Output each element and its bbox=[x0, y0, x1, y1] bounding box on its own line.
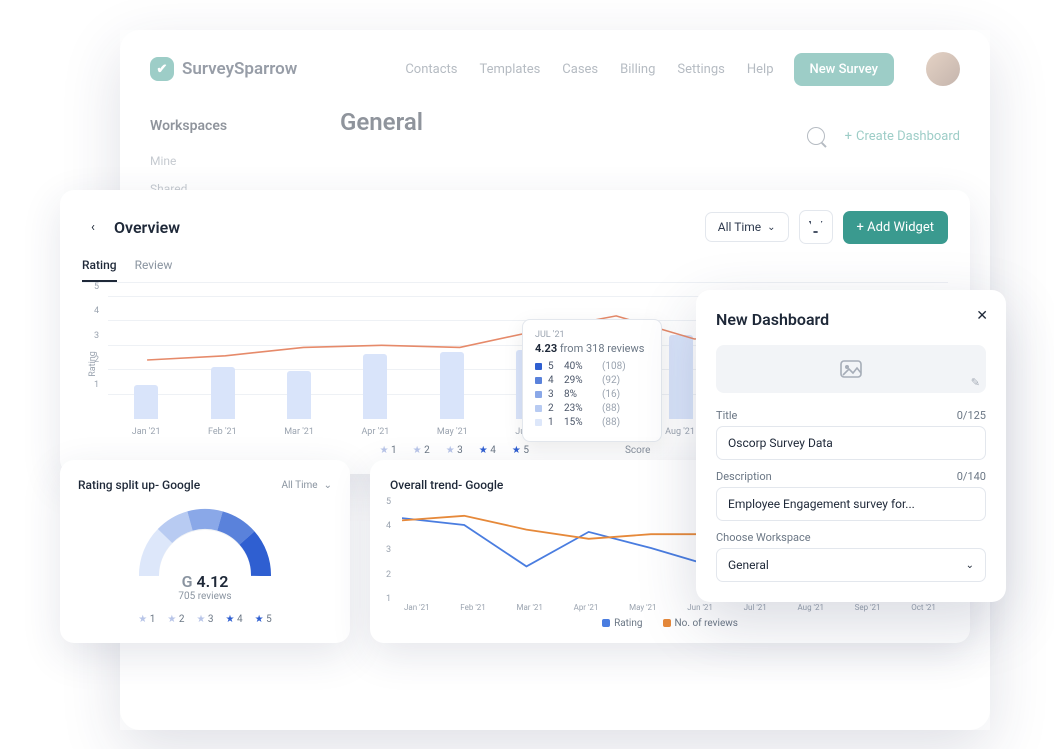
funnel-icon bbox=[809, 221, 823, 233]
star-icon: ★ bbox=[512, 445, 521, 456]
nav-templates[interactable]: Templates bbox=[479, 62, 540, 77]
bar[interactable] bbox=[287, 371, 311, 419]
x-tick: May '21 bbox=[437, 427, 468, 437]
legend-4: 4 bbox=[490, 445, 496, 456]
bar[interactable] bbox=[134, 385, 158, 419]
rating-time-label: All Time bbox=[281, 480, 317, 491]
back-button[interactable]: ‹ bbox=[82, 216, 104, 238]
workspace-label: Choose Workspace bbox=[716, 531, 811, 544]
legend-1: 1 bbox=[391, 445, 397, 456]
topbar: ✔ SurveySparrow Contacts Templates Cases… bbox=[120, 30, 990, 108]
modal-title: New Dashboard bbox=[716, 310, 986, 329]
chevron-down-icon: ⌄ bbox=[767, 222, 775, 233]
time-filter[interactable]: All Time ⌄ bbox=[705, 212, 789, 242]
bar[interactable] bbox=[669, 335, 693, 419]
image-icon bbox=[840, 360, 862, 378]
chevron-down-icon: ⌄ bbox=[324, 480, 332, 491]
star-icon: ★ bbox=[255, 614, 264, 625]
legend-3: 3 bbox=[457, 445, 463, 456]
gl-1: 1 bbox=[150, 614, 156, 625]
bar[interactable] bbox=[211, 367, 235, 420]
trend-legend: Rating No. of reviews bbox=[390, 618, 950, 629]
time-filter-label: All Time bbox=[718, 220, 761, 234]
tooltip-month: JUL '21 bbox=[535, 330, 649, 340]
nav-billing[interactable]: Billing bbox=[620, 62, 655, 77]
close-icon[interactable]: ✕ bbox=[976, 308, 988, 324]
title-count: 0/125 bbox=[957, 409, 986, 422]
nav-settings[interactable]: Settings bbox=[677, 62, 724, 77]
page-title: General bbox=[340, 108, 423, 136]
logo[interactable]: ✔ SurveySparrow bbox=[150, 57, 297, 81]
bar[interactable] bbox=[440, 352, 464, 419]
star-icon: ★ bbox=[167, 614, 176, 625]
legend-2: 2 bbox=[424, 445, 430, 456]
gl-4: 4 bbox=[237, 614, 243, 625]
chevron-down-icon: ⌄ bbox=[966, 560, 974, 571]
trend-title: Overall trend- Google bbox=[390, 478, 503, 492]
sparrow-icon: ✔ bbox=[150, 57, 174, 81]
gauge-legend: ★ 1 ★ 2 ★ 3 ★ 4 ★ 5 bbox=[138, 614, 271, 625]
leg-reviews: No. of reviews bbox=[675, 618, 738, 629]
dot-icon bbox=[602, 619, 610, 627]
workspace-value: General bbox=[728, 558, 769, 572]
new-survey-button[interactable]: New Survey bbox=[794, 53, 895, 86]
brand-name: SurveySparrow bbox=[182, 59, 297, 79]
star-icon: ★ bbox=[380, 445, 389, 456]
star-icon: ★ bbox=[479, 445, 488, 456]
star-icon: ★ bbox=[413, 445, 422, 456]
x-tick: Jan '21 bbox=[132, 427, 161, 437]
nav-help[interactable]: Help bbox=[747, 62, 774, 77]
edit-icon[interactable]: ✎ bbox=[971, 376, 980, 389]
sidebar-item-mine[interactable]: Mine bbox=[150, 154, 330, 168]
desc-label: Description bbox=[716, 470, 772, 483]
rating-split-card: Rating split up- Google All Time ⌄ G 4.1… bbox=[60, 460, 350, 643]
bar[interactable] bbox=[363, 354, 387, 419]
star-icon: ★ bbox=[196, 614, 205, 625]
chart-tooltip: JUL '21 4.23 from 318 reviews 540%(108)4… bbox=[522, 319, 662, 442]
legend-score: Score bbox=[625, 445, 650, 456]
title-input[interactable] bbox=[716, 426, 986, 460]
rating-time-dropdown[interactable]: All Time ⌄ bbox=[281, 480, 332, 491]
x-tick: Mar '21 bbox=[284, 427, 314, 437]
dot-icon bbox=[663, 619, 671, 627]
star-icon: ★ bbox=[138, 614, 147, 625]
plus-icon: + bbox=[845, 129, 852, 144]
gl-5: 5 bbox=[266, 614, 272, 625]
workspaces-heading: Workspaces bbox=[150, 118, 330, 134]
overview-title: Overview bbox=[114, 218, 180, 237]
avatar[interactable] bbox=[926, 52, 960, 86]
tab-review[interactable]: Review bbox=[135, 258, 173, 282]
tooltip-from: from 318 reviews bbox=[560, 342, 645, 355]
tab-rating[interactable]: Rating bbox=[82, 258, 117, 282]
rating-split-title: Rating split up- Google bbox=[78, 478, 200, 492]
search-icon[interactable] bbox=[807, 127, 825, 145]
x-tick: Aug '21 bbox=[665, 427, 695, 437]
image-placeholder[interactable]: ✎ bbox=[716, 345, 986, 393]
add-widget-label: Add Widget bbox=[867, 220, 934, 235]
create-dashboard-link[interactable]: + Create Dashboard bbox=[845, 129, 960, 144]
top-nav: Contacts Templates Cases Billing Setting… bbox=[405, 62, 773, 77]
workspace-select[interactable]: General ⌄ bbox=[716, 548, 986, 582]
nav-contacts[interactable]: Contacts bbox=[405, 62, 457, 77]
x-tick: Apr '21 bbox=[361, 427, 389, 437]
description-input[interactable] bbox=[716, 487, 986, 521]
gauge-sub: 705 reviews bbox=[178, 591, 231, 602]
gauge-chart bbox=[135, 506, 275, 576]
star-icon: ★ bbox=[226, 614, 235, 625]
overview-tabs: Rating Review bbox=[82, 258, 948, 283]
gl-2: 2 bbox=[179, 614, 185, 625]
gl-3: 3 bbox=[208, 614, 214, 625]
add-widget-button[interactable]: + Add Widget bbox=[843, 211, 948, 244]
create-dashboard-label: Create Dashboard bbox=[856, 129, 960, 144]
x-tick: Feb '21 bbox=[208, 427, 237, 437]
leg-rating: Rating bbox=[614, 618, 642, 629]
tooltip-score: 4.23 bbox=[535, 342, 557, 355]
legend-5: 5 bbox=[523, 445, 529, 456]
star-icon: ★ bbox=[446, 445, 455, 456]
desc-count: 0/140 bbox=[957, 470, 986, 483]
new-dashboard-modal: New Dashboard ✕ ✎ Title 0/125 Description… bbox=[696, 290, 1006, 602]
nav-cases[interactable]: Cases bbox=[562, 62, 598, 77]
filter-button[interactable] bbox=[799, 210, 833, 244]
title-label: Title bbox=[716, 409, 737, 422]
